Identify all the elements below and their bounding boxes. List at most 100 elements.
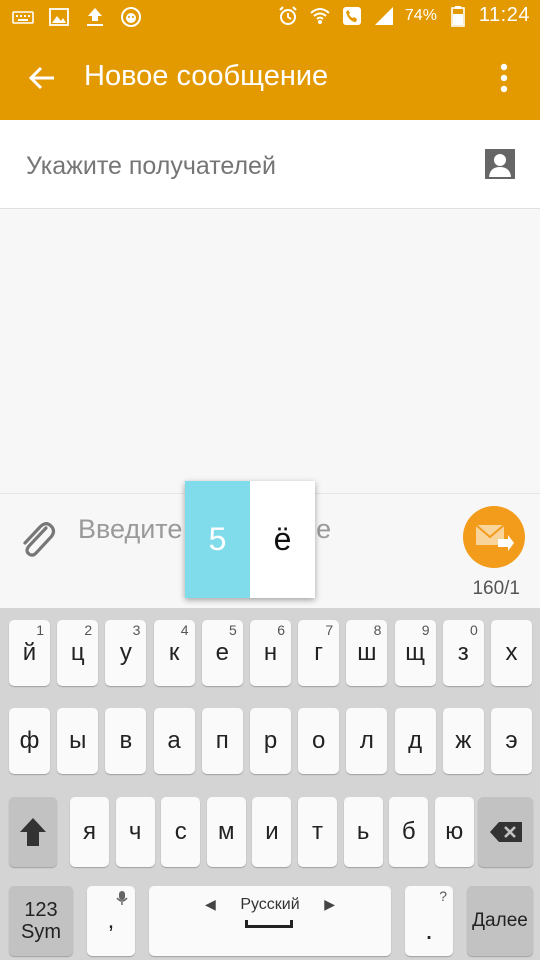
key-label: р <box>263 727 278 754</box>
key-label: ц <box>70 639 85 666</box>
key-2[interactable]: у3 <box>105 620 147 686</box>
key-label: г <box>314 639 324 666</box>
space-key[interactable]: ◀ Русский ▶ <box>149 886 391 956</box>
image-icon <box>48 6 70 28</box>
key-label: и <box>265 818 279 845</box>
paperclip-icon <box>23 522 56 557</box>
recipient-input[interactable] <box>24 148 448 184</box>
call-icon <box>341 5 363 27</box>
key-3[interactable]: к4 <box>153 620 195 686</box>
shift-arrow-icon <box>20 818 46 846</box>
clock: 11:24 <box>478 4 530 26</box>
more-vert-icon <box>500 63 508 93</box>
key-label: т <box>312 818 323 845</box>
key-7[interactable]: ш8 <box>346 620 388 686</box>
symbols-label-123: 123 <box>24 899 58 921</box>
space-bar-icon <box>245 920 293 928</box>
recipient-row <box>0 120 540 209</box>
key-label: н <box>263 639 278 666</box>
key-hint: 8 <box>373 622 382 638</box>
key-row2-2[interactable]: в <box>105 708 147 774</box>
shift-key[interactable] <box>9 797 57 867</box>
key-label: п <box>215 727 229 754</box>
key-label: ш <box>357 639 377 666</box>
alarm-icon <box>277 5 299 27</box>
key-row3-3[interactable]: м <box>206 797 246 867</box>
contact-picker-button[interactable] <box>484 148 516 180</box>
key-row3-5[interactable]: т <box>298 797 337 867</box>
key-4[interactable]: е5 <box>201 620 243 686</box>
key-hint: 7 <box>325 622 334 638</box>
key-6[interactable]: г7 <box>298 620 340 686</box>
key-row2-1[interactable]: ы <box>57 708 99 774</box>
lion-app-icon <box>120 6 142 28</box>
key-8[interactable]: щ9 <box>394 620 436 686</box>
conversation-area <box>0 209 540 493</box>
key-row2-4[interactable]: п <box>201 708 243 774</box>
key-hint: 1 <box>36 622 44 638</box>
keyboard: 123 Sym , ◀ Русский ▶ . ? Далее й1ц2у3к4е… <box>0 608 540 960</box>
key-label: д <box>408 727 423 754</box>
app-bar: Новое сообщение <box>0 36 540 120</box>
right-arrow-icon: ▶ <box>324 896 335 912</box>
popup-key-primary[interactable]: 5 <box>185 481 250 598</box>
key-5[interactable]: н6 <box>250 620 291 686</box>
key-row2-6[interactable]: о <box>298 708 340 774</box>
key-row3-7[interactable]: б <box>389 797 429 867</box>
key-label: щ <box>405 639 425 666</box>
comma-key[interactable]: , <box>87 886 135 956</box>
backspace-icon <box>489 822 522 842</box>
symbols-key[interactable]: 123 Sym <box>9 886 73 956</box>
key-label: ь <box>356 818 370 845</box>
key-popup: 5 ё <box>185 481 315 598</box>
enter-key[interactable]: Далее <box>467 886 533 956</box>
key-row2-0[interactable]: ф <box>9 708 50 774</box>
key-1[interactable]: ц2 <box>57 620 99 686</box>
key-label: м <box>218 818 235 845</box>
popup-key-alternate[interactable]: ё <box>250 481 315 598</box>
keyboard-icon <box>12 6 34 28</box>
key-row2-9[interactable]: ж <box>442 708 484 774</box>
key-hint: 9 <box>421 622 430 638</box>
key-label: я <box>83 818 96 845</box>
key-row2-5[interactable]: р <box>250 708 291 774</box>
key-hint: 4 <box>180 622 189 638</box>
key-row3-4[interactable]: и <box>252 797 292 867</box>
key-row3-6[interactable]: ь <box>343 797 383 867</box>
key-row3-8[interactable]: ю <box>434 797 474 867</box>
send-button[interactable] <box>463 506 525 568</box>
key-label: ж <box>455 727 472 754</box>
key-label: к <box>168 639 180 666</box>
key-label: б <box>401 818 416 845</box>
back-button[interactable] <box>22 58 62 98</box>
contact-icon <box>485 149 515 179</box>
symbols-label-sym: Sym <box>21 921 61 943</box>
key-hint: 2 <box>84 622 93 638</box>
more-options-button[interactable] <box>484 56 524 100</box>
character-counter: 160/1 <box>472 578 520 599</box>
key-row3-2[interactable]: с <box>161 797 201 867</box>
key-row3-0[interactable]: я <box>70 797 109 867</box>
backspace-key[interactable] <box>478 797 533 867</box>
space-language-label: Русский <box>240 896 300 913</box>
key-0[interactable]: й1 <box>9 620 50 686</box>
key-row2-8[interactable]: д <box>394 708 436 774</box>
signal-icon <box>373 5 395 27</box>
back-arrow-icon <box>28 66 54 90</box>
page-title: Новое сообщение <box>84 60 329 92</box>
key-label: ф <box>19 727 40 754</box>
key-label: ч <box>128 818 142 845</box>
battery-percent: 74% <box>404 6 437 24</box>
key-row2-10[interactable]: э <box>491 708 532 774</box>
key-row2-3[interactable]: а <box>153 708 195 774</box>
send-envelope-icon <box>475 524 514 551</box>
key-row2-7[interactable]: л <box>346 708 388 774</box>
key-label: у <box>119 639 132 666</box>
wifi-icon <box>309 5 331 27</box>
comma-label: , <box>107 907 115 934</box>
key-9[interactable]: з0 <box>442 620 484 686</box>
attach-button[interactable] <box>16 516 58 562</box>
key-row3-1[interactable]: ч <box>115 797 155 867</box>
key-10[interactable]: х <box>491 620 532 686</box>
period-key[interactable]: . ? <box>405 886 453 956</box>
